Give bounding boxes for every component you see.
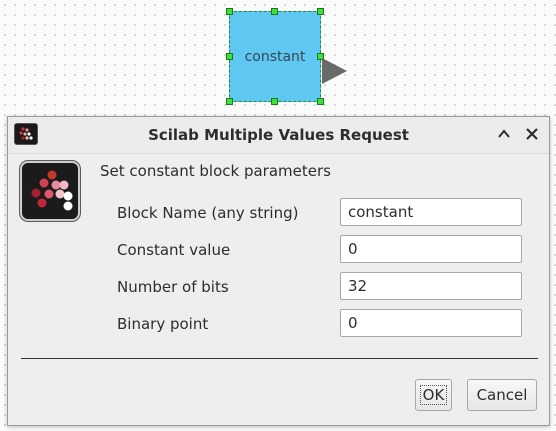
ok-button-label: OK [419,385,448,405]
constant-value-input[interactable] [340,235,522,263]
resize-handle-bottom-left[interactable] [226,98,233,105]
separator [21,358,538,359]
resize-handle-top-right[interactable] [317,8,324,15]
constant-block[interactable]: constant [229,11,321,102]
dialog-heading: Set constant block parameters [100,162,331,180]
chevron-up-icon[interactable] [493,123,515,145]
multiple-values-dialog: Scilab Multiple Values Request Set const… [7,116,550,426]
dialog-title: Scilab Multiple Values Request [148,126,409,144]
resize-handle-bottom[interactable] [271,98,278,105]
binary-point-label: Binary point [117,315,209,333]
resize-handle-bottom-right[interactable] [317,98,324,105]
resize-handle-top-left[interactable] [226,8,233,15]
dialog-titlebar[interactable]: Scilab Multiple Values Request [8,117,549,154]
binary-point-input[interactable] [340,309,522,337]
scilab-logo-icon [20,161,80,221]
cancel-button[interactable]: Cancel [467,379,537,411]
block-name-label: Block Name (any string) [117,204,299,222]
close-icon[interactable] [521,123,543,145]
resize-handle-top[interactable] [271,8,278,15]
resize-handle-left[interactable] [226,53,233,60]
output-port[interactable] [322,58,347,84]
ok-button[interactable]: OK [415,379,452,411]
number-of-bits-input[interactable] [340,272,522,300]
block-label: constant [244,48,306,65]
number-of-bits-label: Number of bits [117,278,229,296]
block-name-input[interactable] [340,198,522,226]
constant-value-label: Constant value [117,241,231,259]
